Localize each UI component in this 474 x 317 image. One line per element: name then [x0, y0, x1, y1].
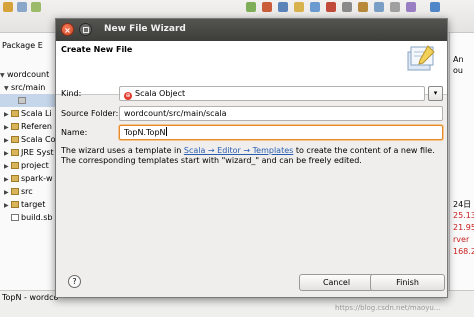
- kind-label: Kind:: [61, 89, 82, 98]
- watermark: https://blog.csdn.net/maoyu...: [335, 304, 441, 312]
- console-text: 168.2: [453, 247, 474, 256]
- project-tree: ▼ wordcount ▼ src/main ▶ Scala Li ▶ Referen …: [0, 68, 56, 224]
- file-icon: [11, 214, 19, 221]
- text-cursor: [165, 127, 167, 136]
- toolbar-icon[interactable]: [406, 2, 416, 12]
- maximize-icon[interactable]: [79, 23, 92, 36]
- toolbar-icon[interactable]: [3, 2, 13, 12]
- toolbar-icon[interactable]: [390, 2, 400, 12]
- folder-icon: [11, 188, 19, 195]
- new-file-wizard-dialog: × New File Wizard Create New File Kind: …: [55, 18, 448, 298]
- source-folder-label: Source Folder:: [61, 109, 119, 118]
- toolbar-icon[interactable]: [374, 2, 384, 12]
- tree-item[interactable]: ▶ src: [0, 185, 56, 198]
- toolbar-icon[interactable]: [326, 2, 336, 12]
- finish-button[interactable]: Finish: [370, 274, 445, 291]
- source-folder-input[interactable]: wordcount/src/main/scala: [119, 106, 443, 121]
- folder-icon: [11, 175, 19, 182]
- right-panel-text: An: [453, 55, 464, 64]
- dialog-title: New File Wizard: [104, 24, 186, 34]
- expand-icon[interactable]: ▼: [4, 82, 11, 94]
- kind-value: Scala Object: [135, 89, 186, 98]
- right-panel-text: ou: [453, 66, 463, 75]
- expand-icon[interactable]: ▼: [0, 69, 7, 81]
- console-text: 21.95: [453, 223, 474, 232]
- tree-item[interactable]: build.sb: [0, 211, 56, 224]
- toolbar-icon[interactable]: [342, 2, 352, 12]
- console-text: 25.13: [453, 211, 474, 220]
- toolbar-icon[interactable]: [294, 2, 304, 12]
- right-panel: An ou 24日 25.13 21.95 rver 168.2: [449, 33, 474, 290]
- source-folder-value: wordcount/src/main/scala: [124, 109, 227, 118]
- expand-icon[interactable]: ▶: [4, 173, 11, 185]
- name-label: Name:: [61, 128, 88, 137]
- close-icon[interactable]: ×: [61, 23, 74, 36]
- expand-icon[interactable]: ▶: [4, 199, 11, 211]
- folder-icon: [11, 201, 19, 208]
- expand-icon[interactable]: ▶: [4, 121, 11, 133]
- wizard-description: The wizard uses a template in Scala → Ed…: [61, 146, 435, 165]
- name-input[interactable]: TopN.TopN: [119, 125, 443, 140]
- library-icon: [11, 149, 19, 156]
- library-icon: [11, 110, 19, 117]
- folder-icon: [11, 162, 19, 169]
- tree-item-selected[interactable]: [0, 94, 56, 107]
- help-button[interactable]: ?: [68, 275, 81, 288]
- dialog-titlebar[interactable]: × New File Wizard: [56, 19, 447, 41]
- expand-icon[interactable]: ▶: [4, 134, 11, 146]
- wizard-page-title: Create New File: [61, 45, 133, 54]
- package-explorer-tab[interactable]: Package E: [0, 39, 56, 53]
- tree-item[interactable]: ▶ Scala Co: [0, 133, 56, 146]
- toolbar-icon[interactable]: [310, 2, 320, 12]
- scala-icon: ⊕: [124, 92, 132, 100]
- templates-link[interactable]: Scala → Editor → Templates: [184, 146, 293, 155]
- tree-item[interactable]: ▶ target: [0, 198, 56, 211]
- expand-icon[interactable]: ▶: [4, 186, 11, 198]
- expand-icon[interactable]: ▶: [4, 147, 11, 159]
- editor-tab[interactable]: TopN - wordco: [2, 293, 58, 302]
- toolbar-icon[interactable]: [358, 2, 368, 12]
- cancel-button[interactable]: Cancel: [299, 274, 374, 291]
- tree-item[interactable]: ▶ spark-w: [0, 172, 56, 185]
- toolbar-icon[interactable]: [278, 2, 288, 12]
- library-icon: [11, 123, 19, 130]
- console-text: rver: [453, 235, 470, 244]
- name-value: TopN.TopN: [124, 128, 166, 137]
- tree-item[interactable]: ▼ src/main: [0, 81, 56, 94]
- toolbar-icon[interactable]: [246, 2, 256, 12]
- tree-item[interactable]: ▶ project: [0, 159, 56, 172]
- expand-icon[interactable]: ▶: [4, 108, 11, 120]
- package-icon: [18, 97, 26, 104]
- tree-item[interactable]: ▶ Scala Li: [0, 107, 56, 120]
- toolbar-icon[interactable]: [31, 2, 41, 12]
- toolbar-icon[interactable]: [430, 2, 440, 12]
- toolbar-icon[interactable]: [262, 2, 272, 12]
- tree-item[interactable]: ▼ wordcount: [0, 68, 56, 81]
- tree-item[interactable]: ▶ Referen: [0, 120, 56, 133]
- expand-icon[interactable]: ▶: [4, 160, 11, 172]
- chevron-down-icon[interactable]: ▾: [428, 86, 443, 101]
- package-explorer: Package E ▼ wordcount ▼ src/main ▶ Scala Li…: [0, 33, 56, 317]
- library-icon: [11, 136, 19, 143]
- toolbar-icon[interactable]: [17, 2, 27, 12]
- right-panel-text: 24日: [453, 200, 472, 209]
- tree-item[interactable]: ▶ JRE Syst: [0, 146, 56, 159]
- new-file-wizard-icon: [407, 45, 435, 71]
- kind-select[interactable]: ⊕ Scala Object: [119, 86, 425, 101]
